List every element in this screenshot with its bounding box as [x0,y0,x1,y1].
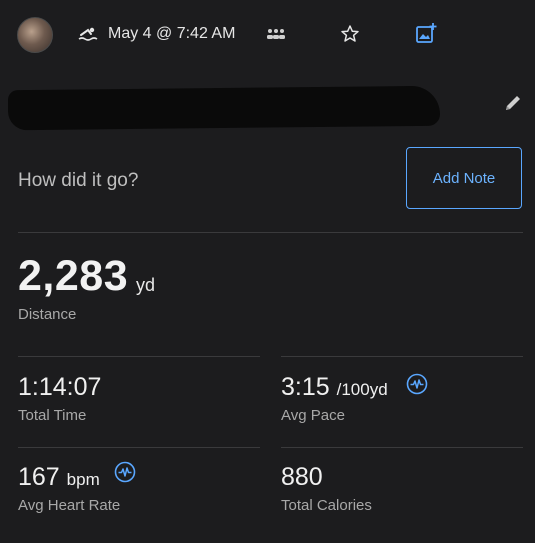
avatar[interactable] [17,17,53,53]
divider [18,356,260,357]
pencil-icon[interactable] [503,93,523,113]
star-icon[interactable] [340,24,360,44]
avg-heart-rate-value: 167 bpm [18,463,100,491]
pulse-icon[interactable] [114,461,136,483]
add-note-button[interactable]: Add Note [406,147,522,209]
total-calories-value: 880 [281,463,323,491]
add-media-icon[interactable] [415,22,437,44]
how-did-it-go-prompt: How did it go? [18,170,139,191]
total-time-value: 1:14:07 [18,373,102,401]
total-time-label: Total Time [18,407,87,424]
distance-value: 2,283 [18,252,129,300]
divider [18,232,523,233]
swim-icon [78,27,98,41]
activity-header: May 4 @ 7:42 AM [0,0,535,70]
avg-pace-label: Avg Pace [281,407,345,424]
redacted-activity-title [8,85,440,131]
divider [281,447,523,448]
group-icon[interactable] [266,28,286,40]
avg-heart-rate-label: Avg Heart Rate [18,497,121,514]
divider [281,356,523,357]
distance-label: Distance [18,306,77,323]
activity-date: May 4 @ 7:42 AM [108,25,236,42]
total-calories-label: Total Calories [281,497,372,514]
avg-pace-value: 3:15 /100yd [281,373,388,401]
avg-pace-unit: /100yd [336,380,388,399]
distance-unit: yd [136,275,156,295]
divider [18,447,260,448]
avg-heart-rate-unit: bpm [66,470,100,489]
pulse-icon[interactable] [406,373,428,395]
